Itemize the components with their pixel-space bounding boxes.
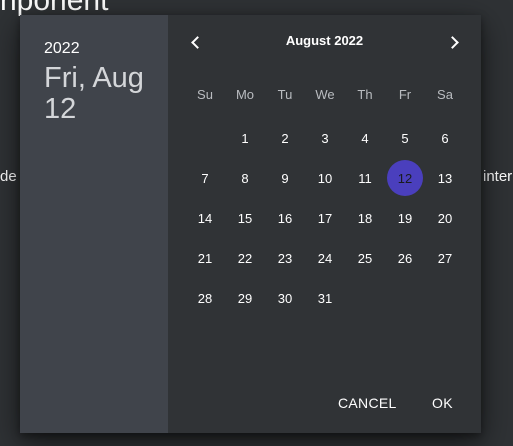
calendar-cell xyxy=(185,118,225,158)
selected-year[interactable]: 2022 xyxy=(44,39,168,59)
calendar-cell: 4 xyxy=(345,118,385,158)
calendar-cell: 19 xyxy=(385,198,425,238)
calendar-cell: 29 xyxy=(225,278,265,318)
calendar-grid: Su Mo Tu We Th Fr Sa 1 2 3 4 5 6 7 8 9 10 11 12 13 14 15 16 17… xyxy=(185,78,465,318)
calendar-week-row: 21 22 23 24 25 26 27 xyxy=(185,238,465,278)
calendar-day[interactable]: 22 xyxy=(227,240,263,276)
date-picker-dialog: 2022 Fri, Aug 12 August 2022 Su Mo Tu We Th F… xyxy=(20,15,481,433)
calendar-day[interactable]: 28 xyxy=(187,280,223,316)
calendar-day[interactable]: 6 xyxy=(427,120,463,156)
calendar-panel: August 2022 Su Mo Tu We Th Fr Sa 1 2 3 4 5 6 7 8 9 10 11… xyxy=(168,15,481,433)
calendar-cell xyxy=(345,278,385,318)
cancel-button[interactable]: CANCEL xyxy=(338,395,397,411)
calendar-cell: 18 xyxy=(345,198,385,238)
calendar-cell xyxy=(385,278,425,318)
calendar-day[interactable]: 9 xyxy=(267,160,303,196)
calendar-cell: 2 xyxy=(265,118,305,158)
calendar-day[interactable]: 11 xyxy=(347,160,383,196)
chevron-right-icon xyxy=(446,35,459,49)
calendar-cell: 28 xyxy=(185,278,225,318)
weekday-label: Th xyxy=(357,86,373,102)
calendar-day[interactable]: 25 xyxy=(347,240,383,276)
calendar-day[interactable]: 20 xyxy=(427,200,463,236)
calendar-day[interactable]: 8 xyxy=(227,160,263,196)
calendar-day[interactable]: 10 xyxy=(307,160,343,196)
calendar-day[interactable]: 26 xyxy=(387,240,423,276)
calendar-day[interactable]: 18 xyxy=(347,200,383,236)
calendar-cell: 27 xyxy=(425,238,465,278)
calendar-header: August 2022 xyxy=(168,29,481,55)
weekday-label: Fr xyxy=(398,86,412,102)
weekday-label: Mo xyxy=(235,86,255,102)
calendar-day[interactable]: 24 xyxy=(307,240,343,276)
calendar-cell: 13 xyxy=(425,158,465,198)
calendar-day[interactable]: 21 xyxy=(187,240,223,276)
calendar-day[interactable]: 15 xyxy=(227,200,263,236)
calendar-cell: 8 xyxy=(225,158,265,198)
calendar-day[interactable]: 14 xyxy=(187,200,223,236)
weekday-label: Sa xyxy=(437,86,453,102)
calendar-cell: 9 xyxy=(265,158,305,198)
calendar-cell: 20 xyxy=(425,198,465,238)
month-label: August 2022 xyxy=(285,33,364,48)
calendar-week-row: 14 15 16 17 18 19 20 xyxy=(185,198,465,238)
calendar-day[interactable]: 5 xyxy=(387,120,423,156)
calendar-cell: 23 xyxy=(265,238,305,278)
calendar-cell: 6 xyxy=(425,118,465,158)
calendar-day-selected[interactable]: 12 xyxy=(387,160,423,196)
weekday-label: We xyxy=(315,86,335,102)
calendar-day[interactable]: 1 xyxy=(227,120,263,156)
weekday-label: Tu xyxy=(277,86,293,102)
calendar-cell: 25 xyxy=(345,238,385,278)
calendar-cell: 21 xyxy=(185,238,225,278)
calendar-day[interactable]: 17 xyxy=(307,200,343,236)
calendar-cell: 15 xyxy=(225,198,265,238)
calendar-cell: 16 xyxy=(265,198,305,238)
background-heading: nponent xyxy=(0,0,109,17)
calendar-cell: 26 xyxy=(385,238,425,278)
calendar-cell: 22 xyxy=(225,238,265,278)
calendar-day[interactable]: 3 xyxy=(307,120,343,156)
calendar-cell: 24 xyxy=(305,238,345,278)
calendar-week-row: 28 29 30 31 xyxy=(185,278,465,318)
ok-button[interactable]: OK xyxy=(432,395,453,411)
calendar-cell: 17 xyxy=(305,198,345,238)
calendar-week-row: 7 8 9 10 11 12 13 xyxy=(185,158,465,198)
calendar-day[interactable]: 30 xyxy=(267,280,303,316)
date-picker-toolbar: 2022 Fri, Aug 12 xyxy=(20,15,168,433)
calendar-cell xyxy=(425,278,465,318)
calendar-day[interactable]: 2 xyxy=(267,120,303,156)
next-month-button[interactable] xyxy=(440,29,468,55)
calendar-day[interactable]: 29 xyxy=(227,280,263,316)
calendar-week-row: 123456 xyxy=(185,118,465,158)
calendar-day[interactable]: 16 xyxy=(267,200,303,236)
weekday-label: Su xyxy=(197,86,213,102)
calendar-cell: 12 xyxy=(385,158,425,198)
calendar-cell: 5 xyxy=(385,118,425,158)
calendar-day[interactable]: 4 xyxy=(347,120,383,156)
calendar-day[interactable]: 31 xyxy=(307,280,343,316)
calendar-cell: 30 xyxy=(265,278,305,318)
dialog-actions: CANCEL OK xyxy=(168,395,481,421)
calendar-day[interactable]: 27 xyxy=(427,240,463,276)
calendar-cell: 31 xyxy=(305,278,345,318)
calendar-day[interactable]: 7 xyxy=(187,160,223,196)
calendar-day[interactable]: 13 xyxy=(427,160,463,196)
selected-date: Fri, Aug 12 xyxy=(44,62,144,125)
calendar-cell: 3 xyxy=(305,118,345,158)
background-text-right: inter xyxy=(483,168,513,185)
calendar-cell: 7 xyxy=(185,158,225,198)
calendar-day[interactable]: 19 xyxy=(387,200,423,236)
calendar-day[interactable]: 23 xyxy=(267,240,303,276)
calendar-cell: 11 xyxy=(345,158,385,198)
page: nponent de t inter 2022 Fri, Aug 12 Augu… xyxy=(0,0,513,446)
weekday-header-row: Su Mo Tu We Th Fr Sa xyxy=(185,78,465,110)
calendar-cell: 14 xyxy=(185,198,225,238)
calendar-cell: 10 xyxy=(305,158,345,198)
calendar-cell: 1 xyxy=(225,118,265,158)
